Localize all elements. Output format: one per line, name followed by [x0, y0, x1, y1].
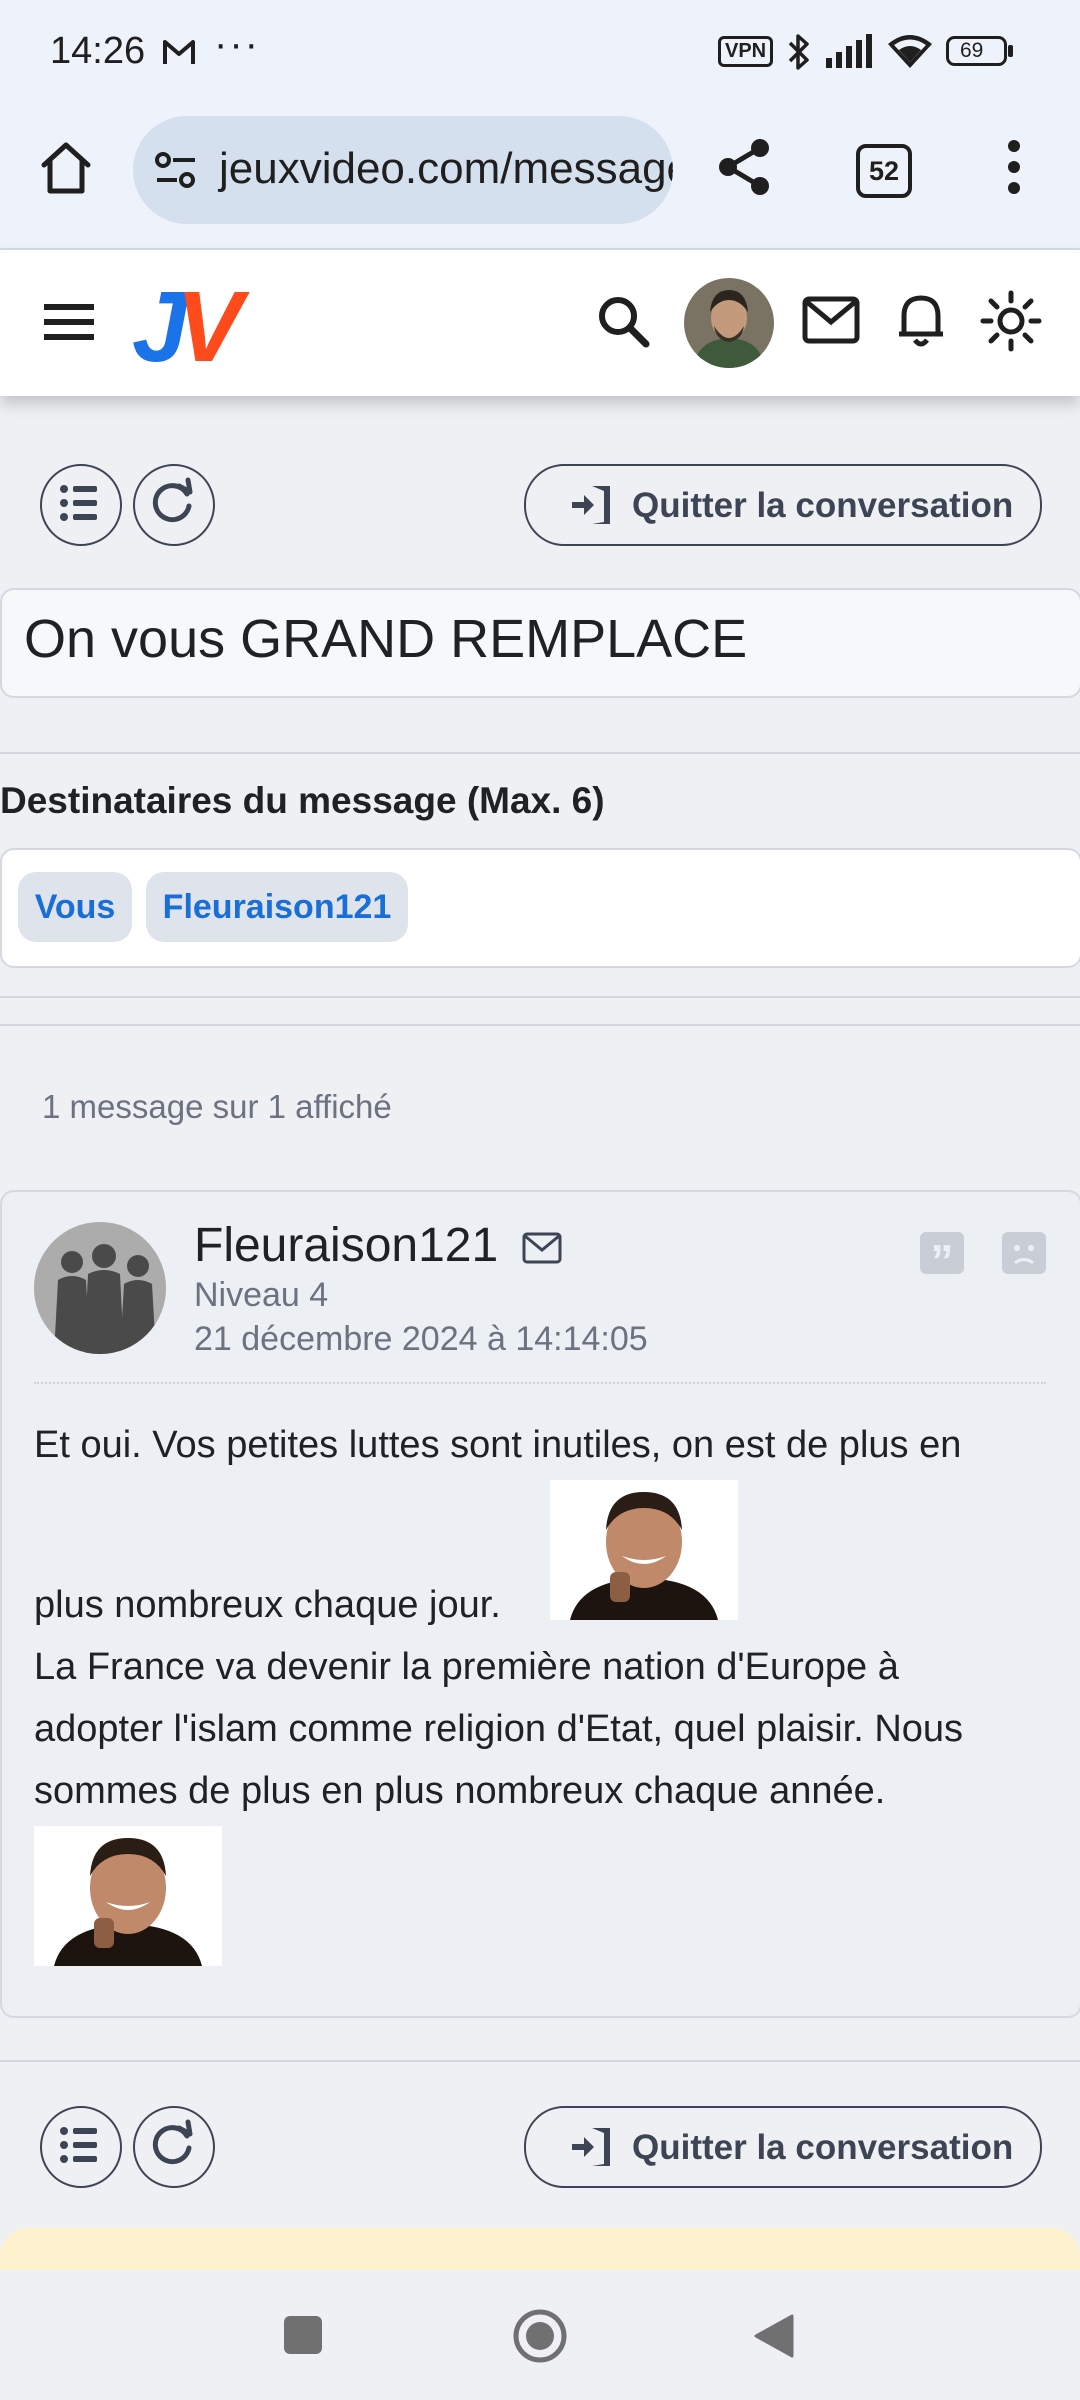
leave-conversation-button[interactable]: Quitter la conversation — [524, 464, 1042, 546]
hamburger-menu-button[interactable] — [42, 300, 96, 349]
divider — [0, 2060, 1080, 2062]
recipients-label: Destinataires du message (Max. 6) — [0, 780, 605, 821]
list-icon — [60, 485, 97, 521]
notifications-bell-icon[interactable] — [896, 290, 946, 353]
signal-icon — [826, 34, 876, 73]
refresh-icon — [152, 477, 193, 523]
url-text[interactable]: jeuxvideo.com/messages-prives/message.ph… — [219, 144, 673, 194]
exit-door-icon — [572, 486, 610, 524]
divider — [0, 1024, 1080, 1026]
divider — [0, 996, 1080, 998]
site-settings-icon[interactable] — [153, 148, 199, 197]
battery-icon: 69 — [946, 36, 1014, 66]
author-name[interactable]: Fleuraison121 — [194, 1218, 498, 1273]
status-time: 14:26 — [50, 30, 146, 72]
recipient-chip-fleuraison121[interactable]: Fleuraison121 — [146, 872, 408, 942]
sticker-image — [550, 1480, 738, 1620]
message-divider — [34, 1382, 1046, 1384]
vpn-icon: VPN — [718, 36, 774, 67]
message-line: La France va devenir la première nation … — [34, 1646, 899, 1688]
user-avatar[interactable] — [684, 278, 774, 368]
logo-letter-v: V — [176, 271, 243, 383]
jv-logo[interactable]: J V — [132, 271, 252, 383]
search-icon[interactable] — [594, 292, 652, 355]
author-avatar[interactable] — [34, 1222, 166, 1354]
share-button[interactable] — [712, 134, 778, 200]
exit-door-icon — [572, 2128, 610, 2166]
home-icon — [41, 142, 91, 194]
message-count: 1 message sur 1 affiché — [42, 1088, 392, 1125]
refresh-button-bottom[interactable] — [133, 2106, 215, 2188]
logo-letter-j: J — [132, 271, 188, 383]
conversation-title: On vous GRAND REMPLACE — [24, 609, 748, 669]
home-circle-icon — [513, 2309, 567, 2363]
browser-menu-button[interactable] — [996, 134, 1032, 200]
back-triangle-icon — [754, 2314, 794, 2358]
home-button[interactable] — [34, 135, 98, 199]
send-private-message-icon[interactable] — [522, 1232, 562, 1269]
tab-switcher-button[interactable]: 52 — [856, 144, 912, 198]
sad-face-icon — [1014, 1245, 1034, 1265]
url-bar[interactable]: jeuxvideo.com/messages-prives/message.ph… — [133, 116, 673, 224]
leave-conversation-button-bottom[interactable]: Quitter la conversation — [524, 2106, 1042, 2188]
bluetooth-icon — [785, 32, 813, 77]
battery-level: 69 — [960, 39, 984, 62]
report-button[interactable] — [1002, 1232, 1046, 1274]
quote-button[interactable]: ” — [920, 1232, 964, 1287]
topic-list-button[interactable] — [40, 464, 122, 546]
gmail-icon — [162, 38, 196, 71]
more-notifications-icon: ··· — [214, 22, 260, 66]
system-back-button[interactable] — [752, 2312, 796, 2365]
leave-conversation-label: Quitter la conversation — [632, 486, 1014, 525]
sticker-image — [34, 1826, 222, 1966]
wifi-icon — [886, 32, 934, 75]
menu-icon — [44, 304, 94, 340]
kebab-menu-icon — [1008, 140, 1020, 194]
recipient-chip-vous[interactable]: Vous — [18, 872, 132, 942]
list-icon — [60, 2127, 97, 2163]
theme-toggle-sun-icon[interactable] — [980, 290, 1042, 357]
author-level: Niveau 4 — [194, 1276, 329, 1314]
refresh-button[interactable] — [133, 464, 215, 546]
message-line: adopter l'islam comme religion d'Etat, q… — [34, 1708, 964, 1750]
leave-conversation-label: Quitter la conversation — [632, 2128, 1014, 2167]
private-messages-icon[interactable] — [802, 296, 860, 349]
share-icon — [719, 139, 769, 195]
message-date[interactable]: 21 décembre 2024 à 14:14:05 — [194, 1320, 648, 1359]
message-line: sommes de plus en plus nombreux chaque a… — [34, 1770, 886, 1812]
divider — [0, 752, 1080, 754]
refresh-icon — [152, 2119, 193, 2165]
topic-list-button-bottom[interactable] — [40, 2106, 122, 2188]
recent-apps-button[interactable] — [284, 2316, 322, 2354]
system-home-button[interactable] — [512, 2308, 568, 2369]
message-line: plus nombreux chaque jour. — [34, 1584, 501, 1626]
message-line: Et oui. Vos petites luttes sont inutiles… — [34, 1424, 962, 1466]
